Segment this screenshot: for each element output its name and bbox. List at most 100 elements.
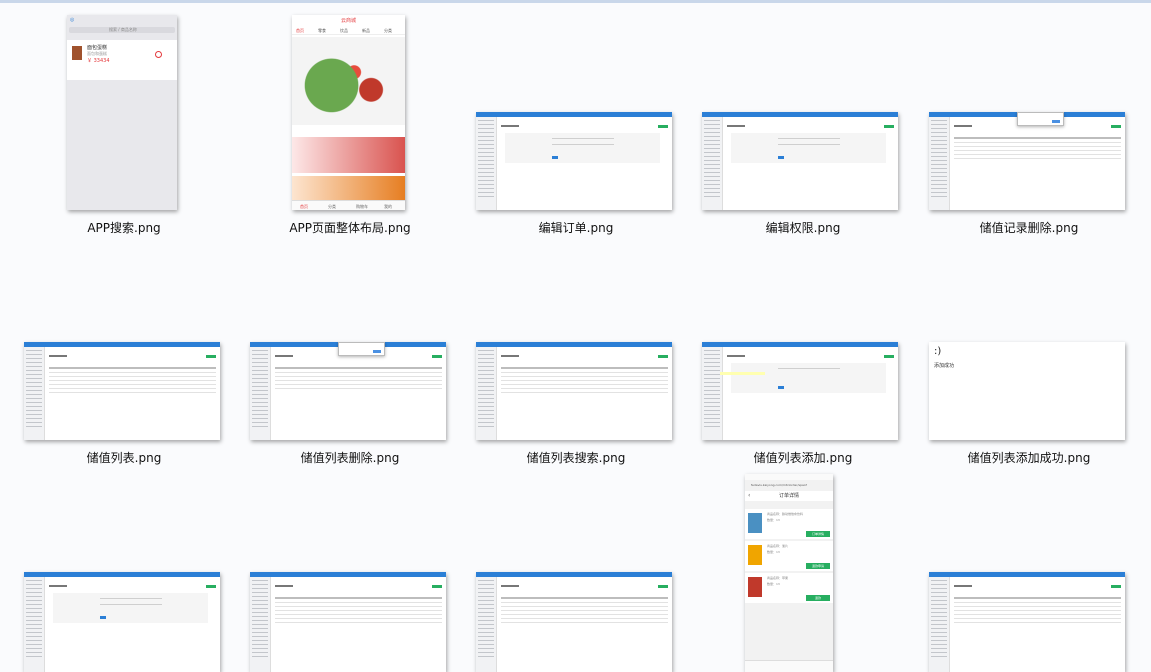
admin-edit-form bbox=[505, 133, 660, 163]
file-thumbnail[interactable] bbox=[929, 572, 1125, 672]
admin-action-button bbox=[1111, 585, 1121, 588]
admin-main bbox=[723, 347, 898, 440]
bottom-nav-item[interactable]: 我的 bbox=[384, 204, 392, 210]
category-tab[interactable]: 分类 bbox=[384, 28, 392, 34]
file-thumbnail[interactable]: ◎ 搜索 / 商品名称 面包蛋糕 面包和蛋糕 ￥ 33434 bbox=[67, 15, 177, 210]
admin-main bbox=[497, 347, 672, 440]
file-thumbnail[interactable] bbox=[702, 112, 898, 210]
order-item-name: 商品名称：脉动维他命饮料 bbox=[767, 512, 804, 516]
order-item-qty: 数量：13 bbox=[767, 518, 780, 522]
order-item-qty: 数量：13 bbox=[767, 550, 780, 554]
admin-main bbox=[497, 117, 672, 210]
admin-main bbox=[45, 347, 220, 440]
order-item[interactable]: 商品名称：脉动维他命饮料 数量：13 订单详情 bbox=[745, 509, 833, 539]
order-item-button[interactable]: 订单详情 bbox=[806, 531, 830, 537]
file-name[interactable]: 储值列表添加成功.png bbox=[959, 449, 1099, 466]
search-input[interactable]: 搜索 / 商品名称 bbox=[69, 27, 175, 33]
category-tab[interactable]: 新品 bbox=[362, 28, 370, 34]
file-thumbnail[interactable] bbox=[702, 342, 898, 440]
admin-page-title bbox=[727, 125, 745, 127]
order-item-image bbox=[748, 513, 762, 533]
search-placeholder: 搜索 / 商品名称 bbox=[109, 27, 137, 32]
admin-page-title bbox=[501, 125, 519, 127]
admin-action-button bbox=[658, 355, 668, 358]
file-thumbnail[interactable] bbox=[250, 572, 446, 672]
order-item-button[interactable]: 退款 bbox=[806, 595, 830, 601]
promo-banner[interactable] bbox=[292, 176, 405, 200]
admin-main bbox=[271, 577, 446, 672]
admin-edit-form bbox=[731, 363, 886, 393]
file-name[interactable]: 储值记录删除.png bbox=[959, 219, 1099, 236]
url-bar: fedavis.kaiyong.com/mtclorder/spaof bbox=[751, 483, 807, 487]
promo-banner[interactable] bbox=[292, 137, 405, 173]
admin-sidebar bbox=[929, 577, 950, 672]
admin-sidebar bbox=[702, 347, 723, 440]
file-thumbnail[interactable]: 云商城 首页 零食 饮品 新品 分类 首页 分类 购物车 我的 bbox=[292, 15, 405, 210]
admin-page-title bbox=[275, 355, 293, 357]
admin-sidebar bbox=[702, 117, 723, 210]
success-message: 添加成功 bbox=[934, 363, 955, 369]
admin-page-title bbox=[275, 585, 293, 587]
file-name[interactable]: 编辑权限.png bbox=[733, 219, 873, 236]
order-header: 订单详情 bbox=[745, 491, 833, 501]
order-item-image bbox=[748, 577, 762, 597]
file-name[interactable]: APP页面整体布局.png bbox=[280, 219, 420, 236]
file-thumbnail[interactable] bbox=[929, 112, 1125, 210]
file-thumbnail[interactable]: :) 添加成功 bbox=[929, 342, 1125, 440]
file-thumbnail[interactable] bbox=[24, 572, 220, 672]
file-name[interactable]: 编辑订单.png bbox=[506, 219, 646, 236]
admin-page-title bbox=[954, 585, 972, 587]
product-image bbox=[72, 46, 82, 60]
window-top-border bbox=[0, 0, 1151, 3]
admin-action-button bbox=[658, 585, 668, 588]
order-item-name: 商品名称：薯片 bbox=[767, 544, 789, 548]
file-thumbnail[interactable] bbox=[476, 112, 672, 210]
admin-sidebar bbox=[24, 347, 45, 440]
file-thumbnail[interactable] bbox=[250, 342, 446, 440]
product-row[interactable]: 面包蛋糕 面包和蛋糕 ￥ 33434 bbox=[67, 40, 177, 80]
status-bar bbox=[745, 474, 833, 480]
admin-action-button bbox=[432, 355, 442, 358]
file-name[interactable]: 储值列表删除.png bbox=[280, 449, 420, 466]
file-name[interactable]: 储值列表添加.png bbox=[733, 449, 873, 466]
file-name[interactable]: 储值列表.png bbox=[54, 449, 194, 466]
product-price: ￥ 33434 bbox=[87, 58, 110, 64]
admin-sidebar bbox=[24, 577, 45, 672]
category-tab[interactable]: 首页 bbox=[296, 28, 304, 34]
confirm-dialog bbox=[338, 342, 386, 356]
file-name[interactable]: 储值列表搜索.png bbox=[506, 449, 646, 466]
file-thumbnail[interactable] bbox=[476, 572, 672, 672]
admin-main bbox=[950, 117, 1125, 210]
category-tab[interactable]: 饮品 bbox=[340, 28, 348, 34]
admin-page-title bbox=[501, 585, 519, 587]
bottom-nav-item[interactable]: 购物车 bbox=[356, 204, 368, 210]
order-item-button[interactable]: 退款申请 bbox=[806, 563, 830, 569]
file-thumbnail[interactable] bbox=[476, 342, 672, 440]
cart-icon[interactable] bbox=[155, 51, 162, 58]
order-item[interactable]: 商品名称：苹果 数量：13 退款 bbox=[745, 573, 833, 603]
admin-action-button bbox=[658, 125, 668, 128]
back-chevron-icon[interactable]: ‹ bbox=[748, 492, 750, 499]
highlighted-input bbox=[720, 372, 765, 375]
bottom-nav: 首页 分类 购物车 我的 bbox=[292, 200, 405, 210]
admin-table bbox=[501, 367, 668, 396]
file-thumbnail[interactable]: fedavis.kaiyong.com/mtclorder/spaof 订单详情 ‹… bbox=[745, 474, 833, 672]
admin-edit-form bbox=[731, 133, 886, 163]
file-name[interactable]: APP搜索.png bbox=[54, 219, 194, 236]
admin-action-button bbox=[884, 355, 894, 358]
category-tab[interactable]: 零食 bbox=[318, 28, 326, 34]
admin-page-title bbox=[49, 355, 67, 357]
admin-action-button bbox=[206, 355, 216, 358]
bottom-nav-item[interactable]: 分类 bbox=[328, 204, 336, 210]
confirm-dialog bbox=[1017, 112, 1065, 126]
admin-action-button bbox=[206, 585, 216, 588]
product-name: 面包蛋糕 bbox=[87, 45, 108, 51]
browser-nav-bar bbox=[745, 660, 833, 672]
bottom-nav-item[interactable]: 首页 bbox=[300, 204, 308, 210]
order-item[interactable]: 商品名称：薯片 数量：13 退款申请 bbox=[745, 541, 833, 571]
file-thumbnail[interactable] bbox=[24, 342, 220, 440]
success-smiley: :) bbox=[934, 346, 942, 357]
admin-main bbox=[45, 577, 220, 672]
admin-main bbox=[723, 117, 898, 210]
admin-action-button bbox=[1111, 125, 1121, 128]
